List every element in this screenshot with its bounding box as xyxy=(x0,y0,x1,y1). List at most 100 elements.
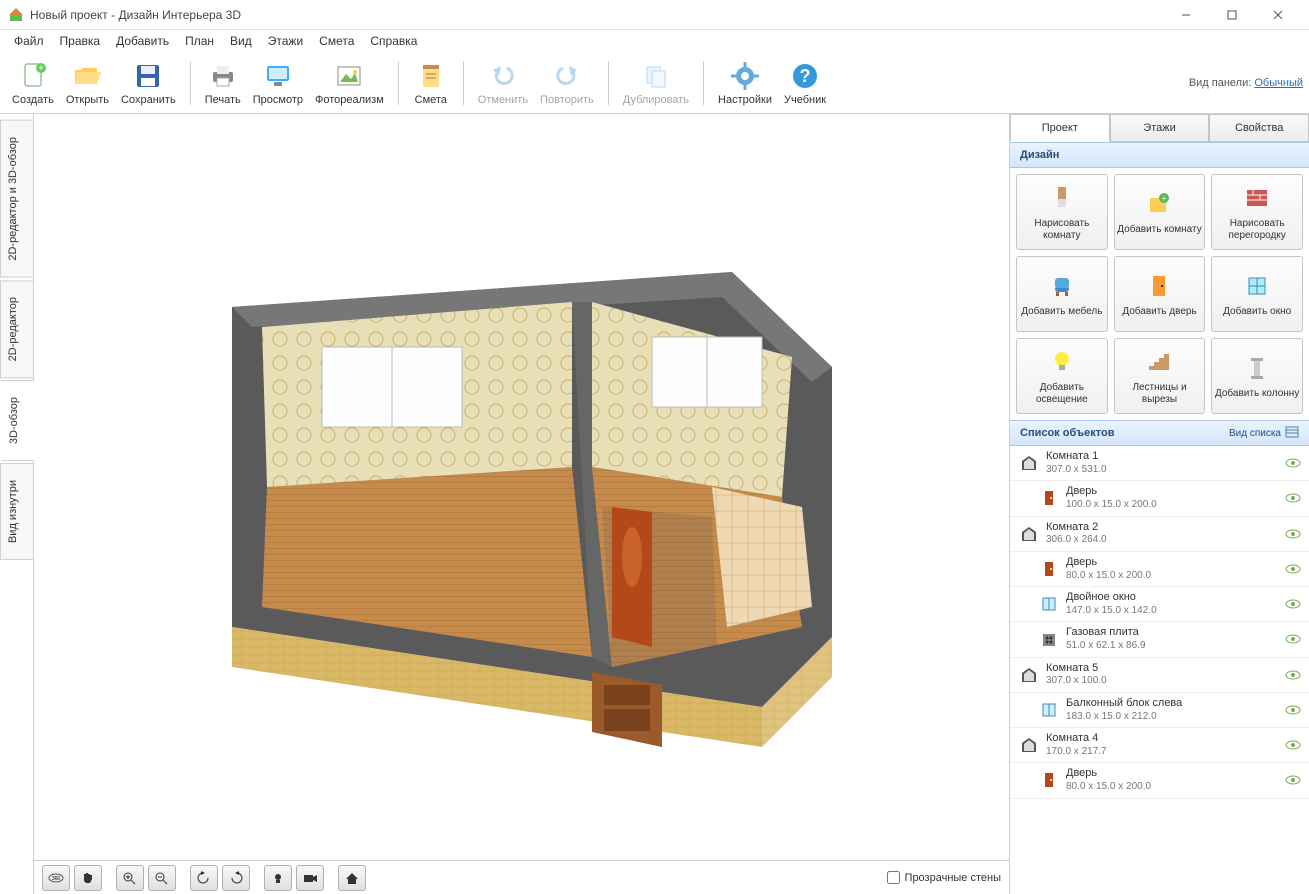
menu-plan[interactable]: План xyxy=(177,31,222,51)
stove-icon xyxy=(1038,628,1060,650)
separator xyxy=(190,61,191,105)
vf-zoom-in-button[interactable] xyxy=(116,865,144,891)
panel-mode: Вид панели: Обычный xyxy=(1189,77,1303,89)
visibility-toggle[interactable] xyxy=(1285,739,1301,751)
visibility-toggle[interactable] xyxy=(1285,528,1301,540)
visibility-toggle[interactable] xyxy=(1285,457,1301,469)
menu-floors[interactable]: Этажи xyxy=(260,31,311,51)
object-item[interactable]: Балконный блок слева183.0 x 15.0 x 212.0 xyxy=(1010,693,1309,728)
brick-wall-icon xyxy=(1241,182,1273,214)
photoreal-button[interactable]: Фотореализм xyxy=(309,58,390,108)
viewport: 360 Прозрачные стены xyxy=(34,114,1009,894)
vf-pan-button[interactable] xyxy=(74,865,102,891)
vf-rotate-right-button[interactable] xyxy=(222,865,250,891)
rtab-properties[interactable]: Свойства xyxy=(1209,114,1309,142)
redo-button[interactable]: Повторить xyxy=(534,58,600,108)
door-icon xyxy=(1038,558,1060,580)
object-name: Двойное окно xyxy=(1066,591,1285,605)
menu-estimate[interactable]: Смета xyxy=(311,31,362,51)
vtab-2d-3d[interactable]: 2D-редактор и 3D-обзор xyxy=(0,120,33,278)
duplicate-button[interactable]: Дублировать xyxy=(617,58,695,108)
estimate-button[interactable]: Смета xyxy=(407,58,455,108)
vf-light-button[interactable] xyxy=(264,865,292,891)
rtab-floors[interactable]: Этажи xyxy=(1110,114,1210,142)
svg-text:360: 360 xyxy=(52,876,61,882)
visibility-toggle[interactable] xyxy=(1285,774,1301,786)
vf-rotate-left-button[interactable] xyxy=(190,865,218,891)
door-icon xyxy=(1038,487,1060,509)
door-icon xyxy=(1143,270,1175,302)
close-button[interactable] xyxy=(1255,0,1301,30)
card-add-column[interactable]: Добавить колонну xyxy=(1211,338,1303,414)
card-add-furniture[interactable]: Добавить мебель xyxy=(1016,256,1108,332)
minimize-button[interactable] xyxy=(1163,0,1209,30)
menu-view[interactable]: Вид xyxy=(222,31,260,51)
list-view-icon[interactable] xyxy=(1285,426,1299,441)
left-tabs: 2D-редактор и 3D-обзор 2D-редактор 3D-об… xyxy=(0,114,34,894)
visibility-toggle[interactable] xyxy=(1285,633,1301,645)
gear-icon xyxy=(729,60,761,92)
floppy-disk-icon xyxy=(132,60,164,92)
menubar: Файл Правка Добавить План Вид Этажи Смет… xyxy=(0,30,1309,52)
create-button[interactable]: + Создать xyxy=(6,58,60,108)
transparent-walls-check[interactable]: Прозрачные стены xyxy=(887,871,1001,884)
card-add-lighting[interactable]: Добавить освещение xyxy=(1016,338,1108,414)
printer-icon xyxy=(207,60,239,92)
rtab-project[interactable]: Проект xyxy=(1010,114,1110,142)
undo-button[interactable]: Отменить xyxy=(472,58,534,108)
save-button[interactable]: Сохранить xyxy=(115,58,182,108)
panel-mode-link[interactable]: Обычный xyxy=(1254,77,1303,89)
card-draw-room[interactable]: Нарисовать комнату xyxy=(1016,174,1108,250)
object-dimensions: 80.0 x 15.0 x 200.0 xyxy=(1066,570,1285,583)
object-item[interactable]: Дверь100.0 x 15.0 x 200.0 xyxy=(1010,481,1309,516)
menu-help[interactable]: Справка xyxy=(362,31,425,51)
card-stairs[interactable]: Лестницы и вырезы xyxy=(1114,338,1206,414)
object-item[interactable]: Комната 5307.0 x 100.0 xyxy=(1010,658,1309,693)
open-button[interactable]: Открыть xyxy=(60,58,115,108)
viewport-canvas[interactable] xyxy=(34,114,1009,860)
object-item[interactable]: Комната 2306.0 x 264.0 xyxy=(1010,517,1309,552)
door-icon xyxy=(1038,769,1060,791)
object-dimensions: 307.0 x 100.0 xyxy=(1046,675,1285,688)
object-dimensions: 147.0 x 15.0 x 142.0 xyxy=(1066,605,1285,618)
visibility-toggle[interactable] xyxy=(1285,704,1301,716)
maximize-button[interactable] xyxy=(1209,0,1255,30)
right-panel: Проект Этажи Свойства Дизайн Нарисовать … xyxy=(1009,114,1309,894)
object-name: Газовая плита xyxy=(1066,626,1285,640)
card-add-door[interactable]: Добавить дверь xyxy=(1114,256,1206,332)
chair-icon xyxy=(1046,270,1078,302)
object-item[interactable]: Двойное окно147.0 x 15.0 x 142.0 xyxy=(1010,587,1309,622)
visibility-toggle[interactable] xyxy=(1285,492,1301,504)
object-item[interactable]: Дверь80.0 x 15.0 x 200.0 xyxy=(1010,552,1309,587)
tutorial-button[interactable]: ? Учебник xyxy=(778,58,832,108)
menu-add[interactable]: Добавить xyxy=(108,31,177,51)
transparent-walls-checkbox[interactable] xyxy=(887,871,900,884)
design-grid: Нарисовать комнату +Добавить комнату Нар… xyxy=(1010,168,1309,420)
object-item[interactable]: Комната 1307.0 x 531.0 xyxy=(1010,446,1309,481)
object-item[interactable]: Комната 4170.0 x 217.7 xyxy=(1010,728,1309,763)
vf-home-button[interactable] xyxy=(338,865,366,891)
vtab-2d[interactable]: 2D-редактор xyxy=(0,280,33,378)
card-add-room[interactable]: +Добавить комнату xyxy=(1114,174,1206,250)
visibility-toggle[interactable] xyxy=(1285,669,1301,681)
visibility-toggle[interactable] xyxy=(1285,598,1301,610)
visibility-toggle[interactable] xyxy=(1285,563,1301,575)
object-name: Комната 1 xyxy=(1046,450,1285,464)
settings-button[interactable]: Настройки xyxy=(712,58,778,108)
print-button[interactable]: Печать xyxy=(199,58,247,108)
menu-edit[interactable]: Правка xyxy=(52,31,109,51)
viewport-footer: 360 Прозрачные стены xyxy=(34,860,1009,894)
card-add-window[interactable]: Добавить окно xyxy=(1211,256,1303,332)
vf-camera-button[interactable] xyxy=(296,865,324,891)
card-draw-partition[interactable]: Нарисовать перегородку xyxy=(1211,174,1303,250)
object-item[interactable]: Газовая плита51.0 x 62.1 x 86.9 xyxy=(1010,622,1309,657)
vf-zoom-out-button[interactable] xyxy=(148,865,176,891)
vtab-inside[interactable]: Вид изнутри xyxy=(0,463,33,560)
preview-button[interactable]: Просмотр xyxy=(247,58,309,108)
room-3d-render xyxy=(172,207,872,767)
vtab-3d[interactable]: 3D-обзор xyxy=(1,380,34,461)
object-name: Комната 2 xyxy=(1046,521,1285,535)
menu-file[interactable]: Файл xyxy=(6,31,52,51)
vf-360-button[interactable]: 360 xyxy=(42,865,70,891)
object-item[interactable]: Дверь80.0 x 15.0 x 200.0 xyxy=(1010,763,1309,798)
